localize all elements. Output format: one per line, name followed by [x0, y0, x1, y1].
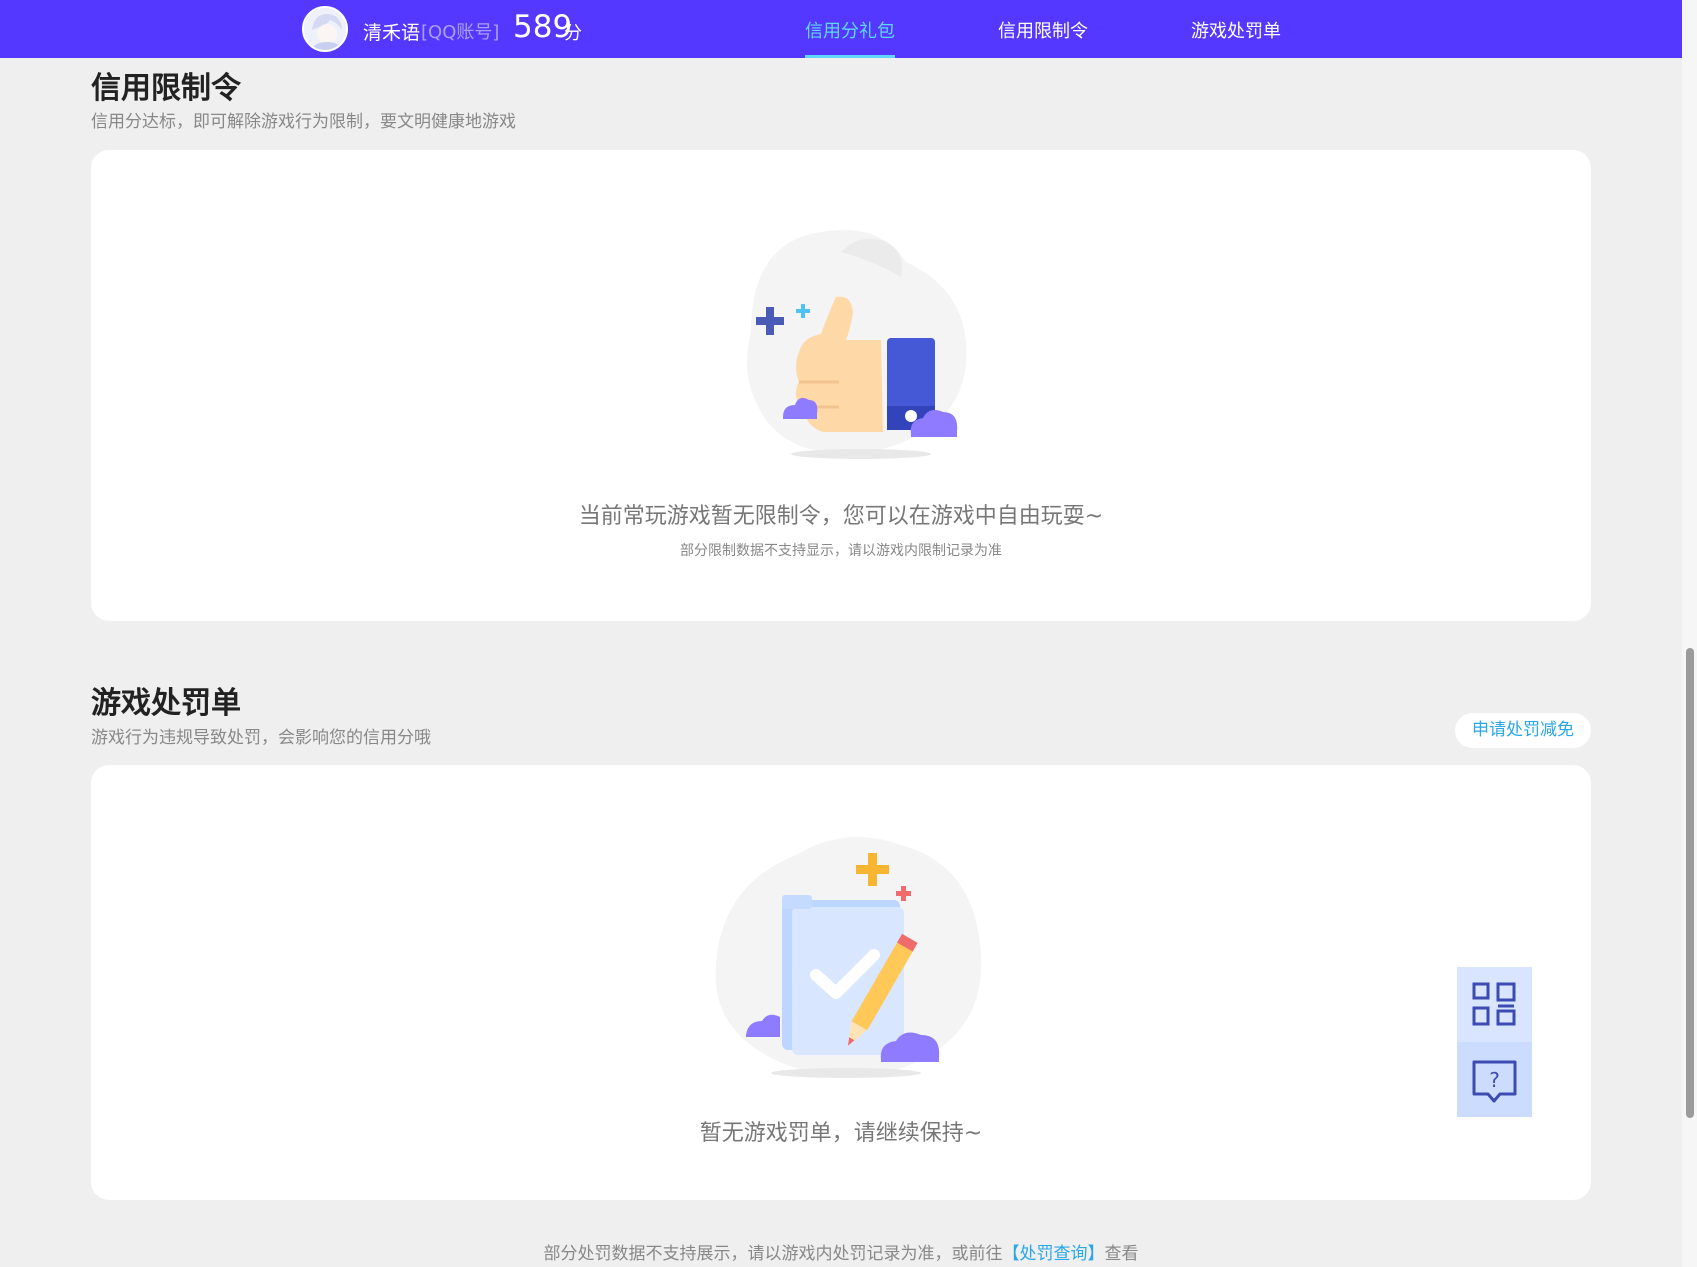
tab-label: 信用限制令 [998, 21, 1088, 42]
penalty-section-subtitle: 游戏行为违规导致处罚，会影响您的信用分哦 [91, 728, 431, 748]
top-bar: 清禾语 [QQ账号] 589 分 信用分礼包 信用限制令 游戏处罚单 [0, 0, 1682, 58]
help-chat-icon: ? [1472, 1060, 1517, 1103]
avatar[interactable] [302, 6, 348, 52]
penalty-section-title: 游戏处罚单 [91, 686, 241, 721]
username: 清禾语 [363, 22, 421, 44]
footer-note: 部分处罚数据不支持展示，请以游戏内处罚记录为准，或前往【处罚查询】查看 [0, 1239, 1682, 1264]
thumbs-up-illustration [747, 230, 967, 459]
page: 清禾语 [QQ账号] 589 分 信用分礼包 信用限制令 游戏处罚单 信用限制令… [0, 0, 1697, 1267]
svg-text:?: ? [1489, 1068, 1500, 1092]
checklist-pencil-illustration [715, 837, 982, 1078]
penalty-query-link[interactable]: 【处罚查询】 [1003, 1244, 1105, 1264]
penalty-empty-message: 暂无游戏罚单，请继续保持~ [699, 1121, 983, 1146]
account-type: [QQ账号] [421, 22, 500, 43]
qr-code-icon [1472, 982, 1516, 1026]
score-unit: 分 [564, 23, 582, 44]
penalty-card: 暂无游戏罚单，请继续保持~ [91, 765, 1591, 1200]
scrollbar-thumb[interactable] [1686, 648, 1694, 1118]
tab-label: 游戏处罚单 [1191, 21, 1281, 42]
restriction-section-title: 信用限制令 [91, 71, 241, 106]
restriction-empty-message: 当前常玩游戏暂无限制令，您可以在游戏中自由玩耍~ [578, 504, 1104, 529]
qr-code-button[interactable] [1457, 967, 1532, 1042]
footer-note-prefix: 部分处罚数据不支持展示，请以游戏内处罚记录为准，或前往 [543, 1244, 1003, 1264]
help-feedback-button[interactable]: ? [1457, 1042, 1532, 1117]
footer-note-suffix: 查看 [1104, 1244, 1139, 1264]
tab-game-penalty[interactable]: 游戏处罚单 [1191, 17, 1281, 58]
restriction-empty-note: 部分限制数据不支持显示，请以游戏内限制记录为准 [680, 543, 1002, 559]
restriction-card: 当前常玩游戏暂无限制令，您可以在游戏中自由玩耍~ 部分限制数据不支持显示，请以游… [91, 150, 1591, 621]
tab-credit-restriction[interactable]: 信用限制令 [998, 17, 1088, 58]
tab-label: 信用分礼包 [805, 21, 895, 42]
restriction-section-subtitle: 信用分达标，即可解除游戏行为限制，要文明健康地游戏 [91, 112, 516, 132]
apply-penalty-reduction-button[interactable]: 申请处罚减免 [1455, 713, 1591, 748]
tab-credit-gift[interactable]: 信用分礼包 [805, 17, 895, 58]
